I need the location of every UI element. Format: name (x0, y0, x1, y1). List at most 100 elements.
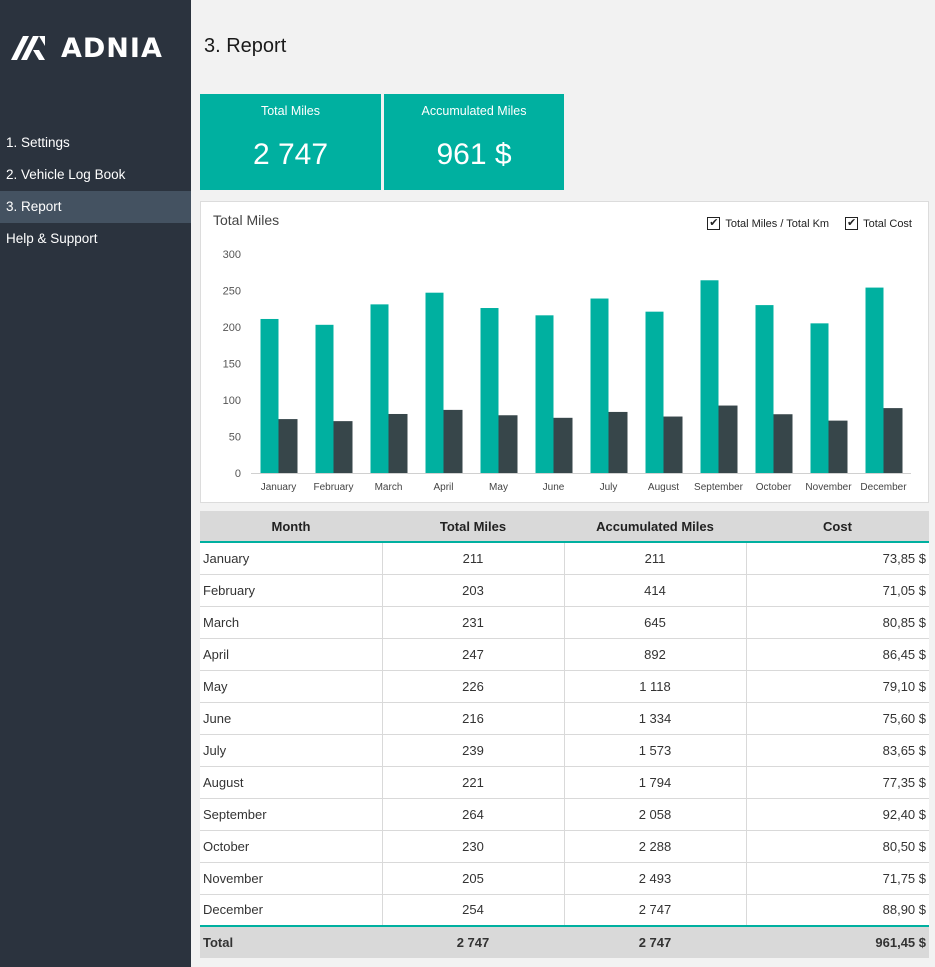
cell-total-miles: 239 (382, 734, 565, 767)
kpi-label: Accumulated Miles (421, 104, 527, 118)
y-tick-label: 300 (223, 249, 241, 261)
cell-month: April (200, 638, 383, 671)
cell-total-miles: 211 (382, 542, 565, 575)
cell-total-miles: 203 (382, 574, 565, 607)
x-tick-label: July (600, 482, 618, 493)
cell-accumulated-miles: 211 (564, 542, 747, 575)
legend-label: Total Miles / Total Km (725, 217, 830, 230)
page-title: 3. Report (204, 35, 287, 57)
chart-legend: ✔ Total Miles / Total Km ✔ Total Cost (691, 217, 912, 230)
checkbox-checked-icon[interactable]: ✔ (707, 217, 721, 230)
bar-total-cost[interactable] (443, 409, 463, 473)
logo: ADNIA (9, 32, 163, 64)
total-cost: 961,45 $ (746, 926, 929, 958)
cell-total-miles: 254 (382, 894, 565, 927)
bar-total-cost[interactable] (333, 421, 353, 473)
sidebar-item-report[interactable]: 3. Report (0, 191, 191, 223)
bar-total-miles[interactable] (590, 298, 609, 473)
bar-total-miles[interactable] (700, 280, 719, 473)
bar-total-miles[interactable] (755, 305, 774, 473)
bar-total-cost[interactable] (773, 414, 793, 473)
header-accumulated-miles: Accumulated Miles (564, 511, 746, 543)
y-tick-label: 200 (223, 322, 241, 334)
cell-cost: 77,35 $ (746, 766, 929, 799)
cell-month: March (200, 606, 383, 639)
bar-total-cost[interactable] (498, 415, 518, 473)
bar-total-cost[interactable] (828, 420, 848, 473)
cell-total-miles: 247 (382, 638, 565, 671)
cell-accumulated-miles: 2 493 (564, 862, 747, 895)
cell-accumulated-miles: 2 058 (564, 798, 747, 831)
bar-total-miles[interactable] (480, 308, 499, 473)
bar-total-cost[interactable] (663, 416, 683, 473)
x-tick-label: August (648, 482, 679, 493)
cell-month: July (200, 734, 383, 767)
y-tick-label: 100 (223, 395, 241, 407)
cell-total-miles: 216 (382, 702, 565, 735)
cell-month: December (200, 894, 383, 927)
bar-total-miles[interactable] (370, 304, 389, 473)
bar-total-miles[interactable] (260, 318, 279, 473)
cell-total-miles: 264 (382, 798, 565, 831)
sidebar-item-vehicle-log-book[interactable]: 2. Vehicle Log Book (0, 159, 191, 191)
kpi-label: Total Miles (260, 104, 321, 118)
bar-chart: 0 50 100 150 200 250 300 January February March Ap… (223, 249, 911, 493)
x-tick-label: September (694, 482, 744, 493)
cell-cost: 80,85 $ (746, 606, 929, 639)
x-tick-label: May (489, 482, 508, 493)
x-tick-label: October (756, 482, 792, 493)
bar-total-cost[interactable] (883, 408, 903, 473)
cell-cost: 79,10 $ (746, 670, 929, 703)
cell-cost: 71,75 $ (746, 862, 929, 895)
cell-cost: 92,40 $ (746, 798, 929, 831)
table-row: July 239 1 573 83,65 $ (200, 734, 929, 767)
checkbox-checked-icon[interactable]: ✔ (845, 217, 859, 230)
bar-total-miles[interactable] (810, 323, 829, 473)
header-total-miles: Total Miles (382, 511, 564, 543)
legend-toggle-total-miles[interactable]: ✔ Total Miles / Total Km (707, 217, 829, 230)
header-month: Month (200, 511, 382, 543)
cell-accumulated-miles: 414 (564, 574, 747, 607)
cell-cost: 71,05 $ (746, 574, 929, 607)
bar-total-cost[interactable] (608, 411, 628, 473)
table-row: October 230 2 288 80,50 $ (200, 830, 929, 863)
y-tick-label: 250 (223, 286, 241, 298)
x-tick-label: April (433, 482, 453, 493)
cell-total-miles: 230 (382, 830, 565, 863)
legend-toggle-total-cost[interactable]: ✔ Total Cost (845, 217, 912, 230)
x-tick-label: November (805, 482, 852, 493)
table-row: September 264 2 058 92,40 $ (200, 798, 929, 831)
bar-total-miles[interactable] (315, 324, 334, 473)
cell-month: November (200, 862, 383, 895)
x-tick-label: December (860, 482, 907, 493)
cell-month: September (200, 798, 383, 831)
total-miles: 2 747 (382, 926, 564, 958)
sidebar-item-help-support[interactable]: Help & Support (0, 223, 191, 255)
table-row: January 211 211 73,85 $ (200, 542, 929, 575)
bar-total-miles[interactable] (535, 315, 554, 473)
y-tick-label: 0 (235, 468, 241, 480)
bar-total-cost[interactable] (718, 405, 738, 473)
report-table: Month Total Miles Accumulated Miles Cost… (200, 511, 929, 958)
cell-accumulated-miles: 1 118 (564, 670, 747, 703)
logo-text: ADNIA (61, 32, 163, 64)
bar-total-cost[interactable] (553, 417, 573, 473)
bar-total-miles[interactable] (645, 311, 664, 473)
cell-cost: 88,90 $ (746, 894, 929, 927)
bar-total-miles[interactable] (865, 287, 884, 473)
bar-total-miles[interactable] (425, 292, 444, 473)
kpi-value: 2 747 (252, 138, 329, 171)
cell-total-miles: 226 (382, 670, 565, 703)
x-tick-label: March (375, 482, 403, 493)
x-tick-label: June (543, 482, 565, 493)
cell-accumulated-miles: 2 288 (564, 830, 747, 863)
bar-total-cost[interactable] (278, 419, 298, 473)
table-row: November 205 2 493 71,75 $ (200, 862, 929, 895)
kpi-value: 961 $ (436, 138, 512, 171)
cell-total-miles: 205 (382, 862, 565, 895)
sidebar-item-settings[interactable]: 1. Settings (0, 127, 191, 159)
cell-total-miles: 221 (382, 766, 565, 799)
total-label: Total (200, 926, 382, 958)
bar-total-cost[interactable] (388, 413, 408, 473)
x-tick-label: February (313, 482, 353, 493)
